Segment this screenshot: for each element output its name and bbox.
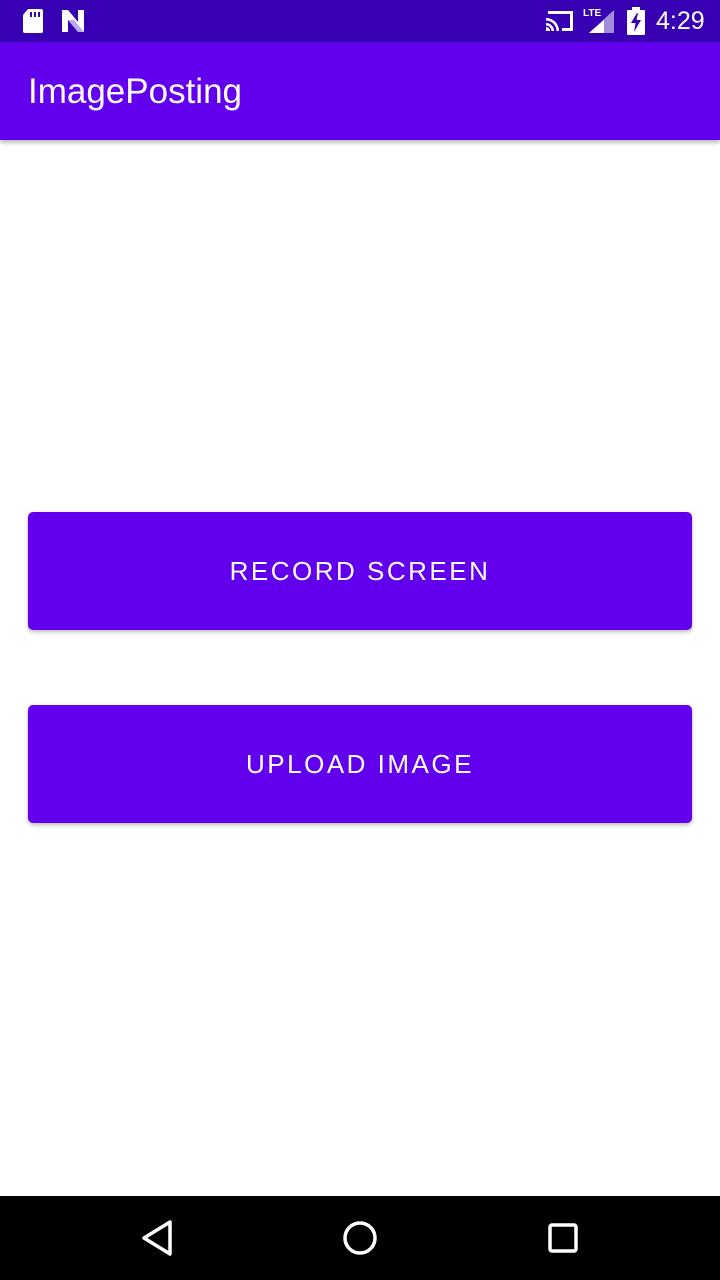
cast-icon <box>546 11 573 31</box>
navigation-bar <box>0 1196 720 1280</box>
screen: LTE 4:29 ImagePosting RECORD SCREEN UPLO… <box>0 0 720 1280</box>
battery-charging-icon <box>627 7 645 35</box>
back-icon[interactable] <box>136 1216 180 1260</box>
recents-icon[interactable] <box>541 1216 585 1260</box>
upload-image-button[interactable]: UPLOAD IMAGE <box>28 705 692 823</box>
n-notification-icon <box>62 10 84 32</box>
lte-signal-icon: LTE <box>583 8 614 33</box>
lte-label: LTE <box>583 8 601 19</box>
status-clock: 4:29 <box>656 7 705 35</box>
upload-image-button-label: UPLOAD IMAGE <box>246 748 474 779</box>
home-icon[interactable] <box>338 1216 382 1260</box>
sd-card-icon <box>23 9 43 33</box>
record-screen-button[interactable]: RECORD SCREEN <box>28 512 692 630</box>
app-title: ImagePosting <box>28 72 243 111</box>
app-bar: ImagePosting <box>0 42 720 140</box>
status-bar: LTE 4:29 <box>0 0 720 42</box>
record-screen-button-label: RECORD SCREEN <box>229 555 491 586</box>
